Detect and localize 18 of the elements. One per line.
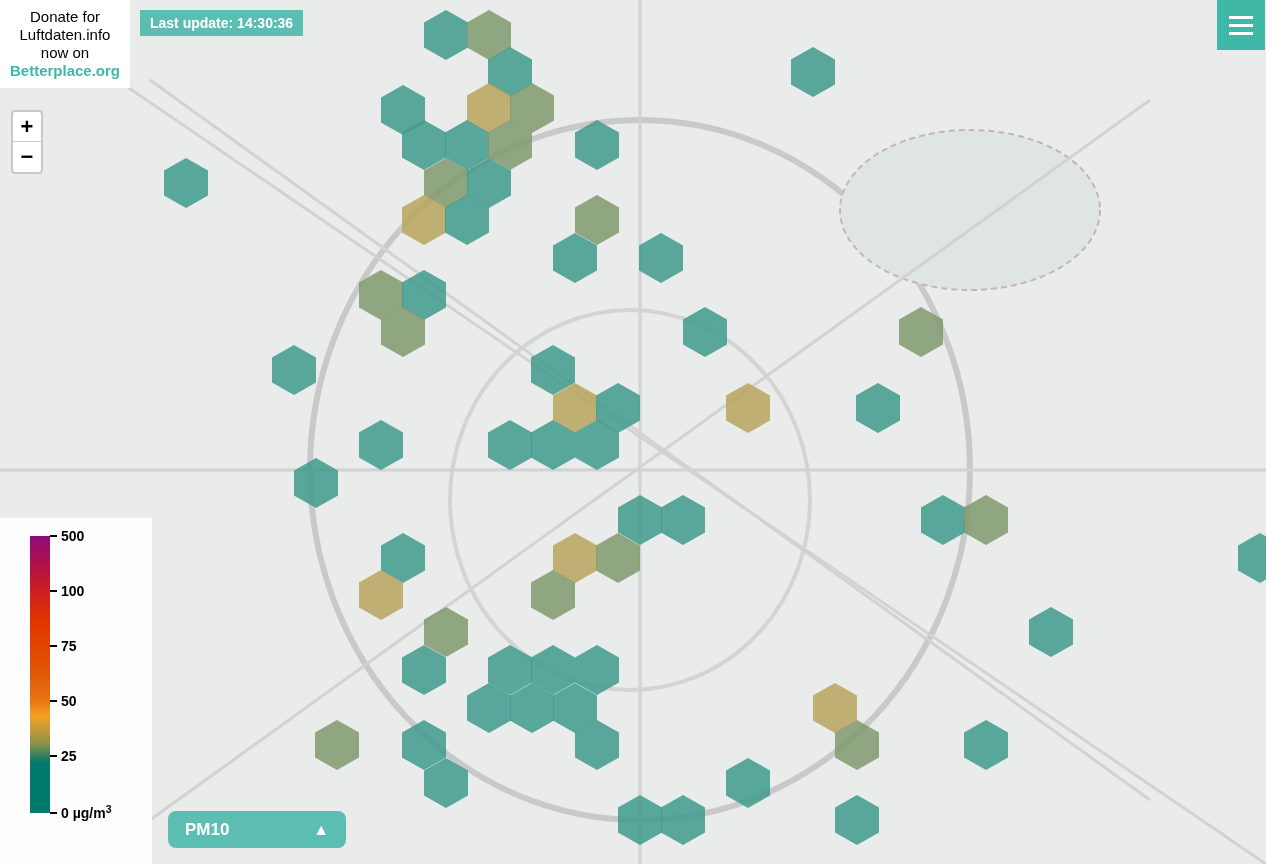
last-update-label: Last update: 14:30:36 — [140, 10, 304, 36]
scale-label: 500 — [61, 527, 85, 545]
zoom-in-button[interactable]: + — [13, 112, 41, 142]
donate-text: Donate for Luftdaten.info now on — [18, 8, 112, 62]
scale-tick — [50, 755, 57, 757]
scale-tick — [50, 700, 57, 702]
scale-label: 50 — [61, 692, 77, 710]
scale-tick — [50, 535, 57, 537]
scale-label: 0 µg/m$^{3}$ — [61, 804, 112, 822]
scale-tick — [50, 590, 57, 592]
scale-label: 100 — [61, 582, 85, 600]
scale-label: 75 — [61, 637, 77, 655]
menu-icon — [1229, 15, 1253, 35]
menu-button[interactable] — [1217, 0, 1265, 50]
scale-tick — [50, 645, 57, 647]
scale-tick — [50, 812, 57, 814]
scale-label: 25 — [61, 747, 77, 765]
zoom-out-button[interactable]: − — [13, 142, 41, 172]
